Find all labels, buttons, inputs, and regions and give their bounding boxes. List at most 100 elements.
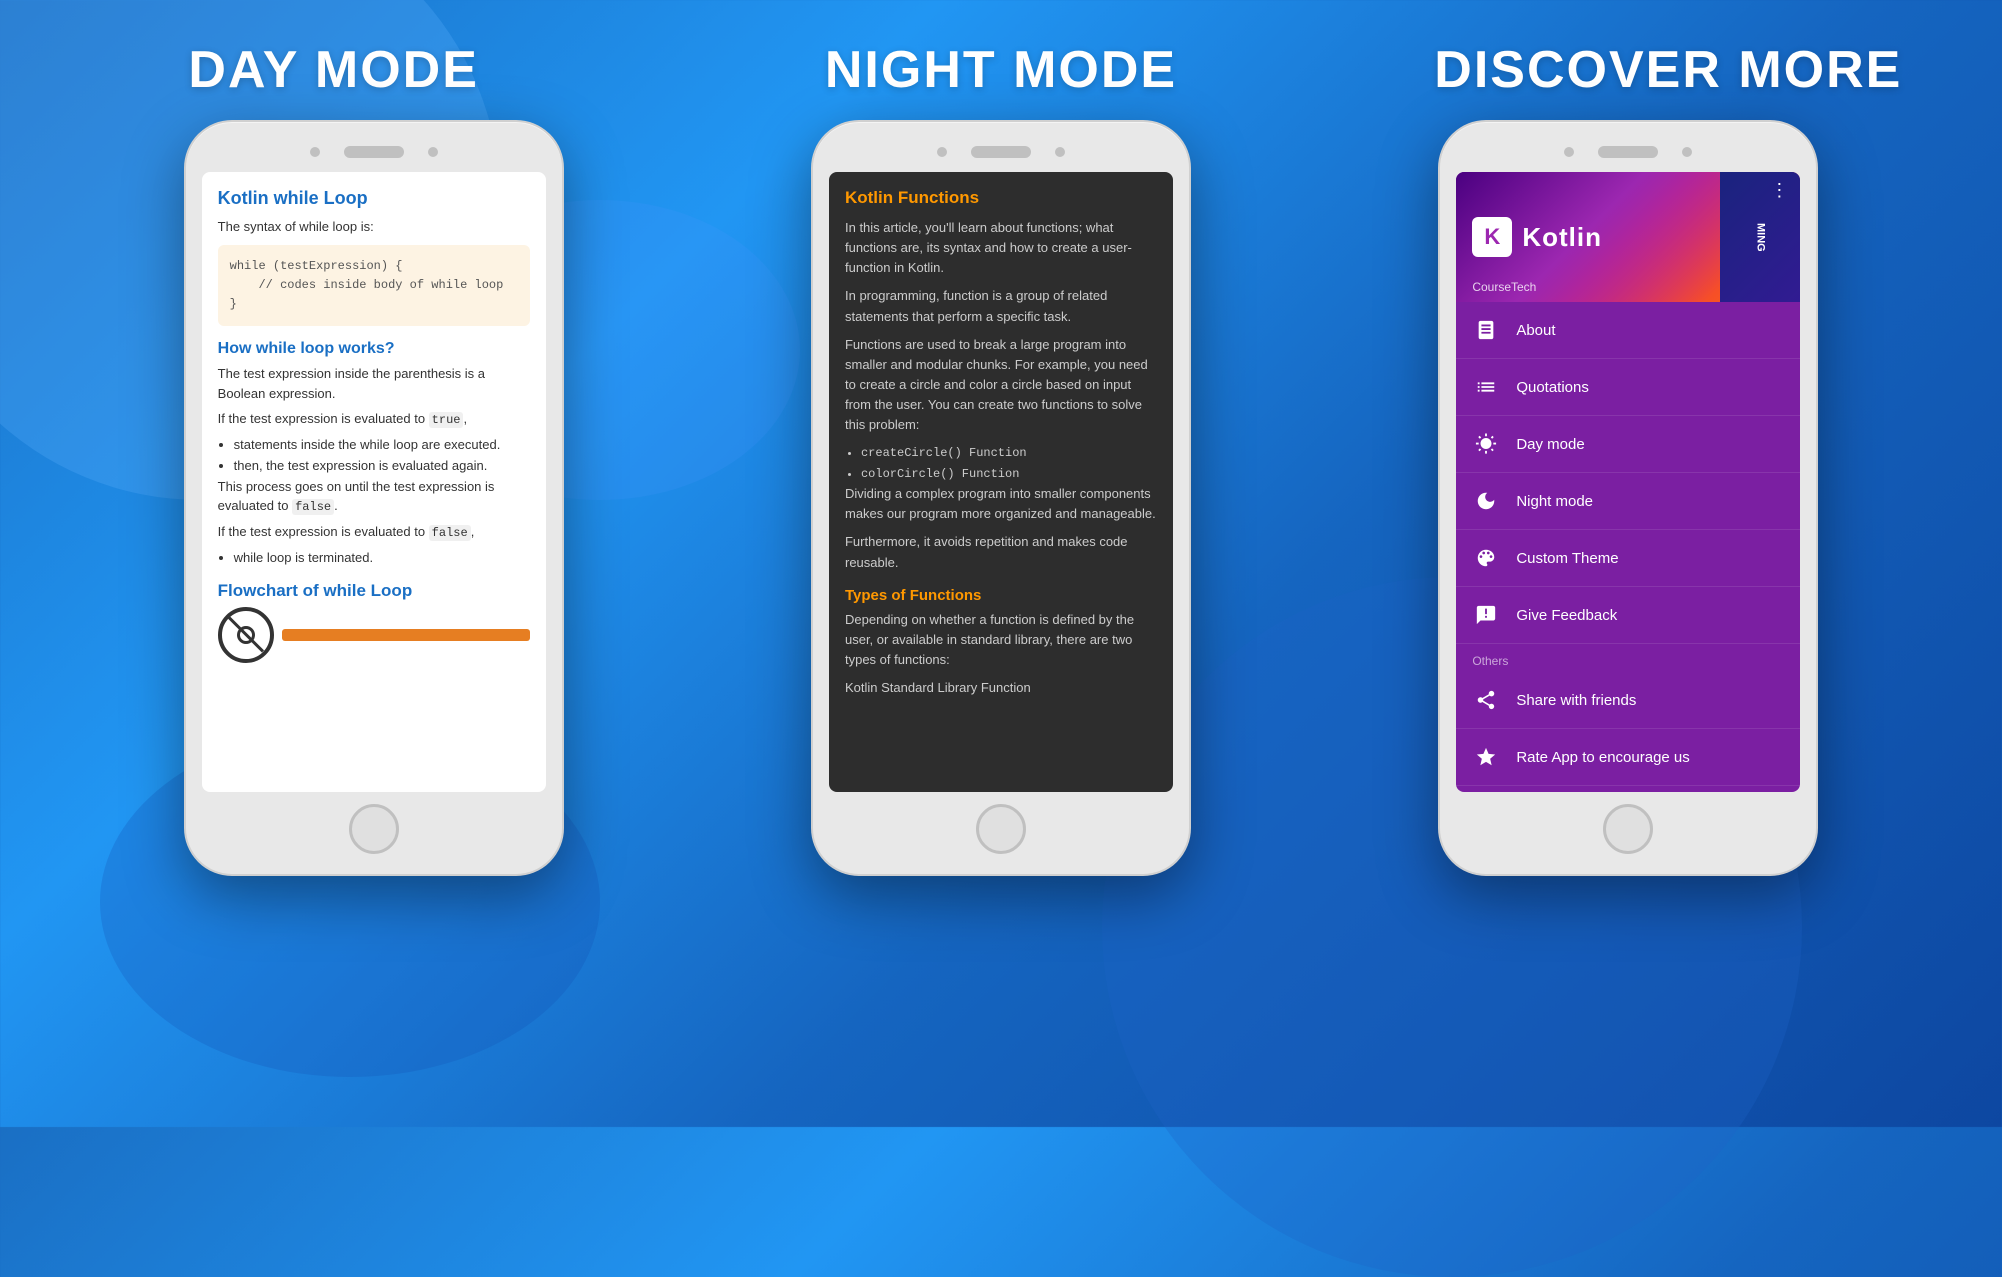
phone-top-discover [1456, 142, 1800, 162]
menu-item-custom-theme[interactable]: Custom Theme [1456, 530, 1800, 587]
flowchart-bottom [218, 607, 530, 663]
home-button-discover[interactable] [1603, 804, 1653, 854]
menu-list: About Quotations [1456, 302, 1800, 792]
day-code-block: while (testExpression) { // codes inside… [218, 245, 530, 327]
menu-item-feedback[interactable]: Give Feedback [1456, 587, 1800, 644]
app-header: K Kotlin ⋮ CourseTech MING [1456, 172, 1800, 302]
day-heading1: Kotlin while Loop [218, 188, 530, 209]
sun-svg [1475, 433, 1497, 455]
day-para2: The test expression inside the parenthes… [218, 364, 530, 403]
phone-bottom-day [202, 804, 546, 854]
about-label: About [1516, 322, 1555, 339]
day-bullets2: while loop is terminated. [234, 548, 530, 569]
rate-label: Rate App to encourage us [1516, 749, 1689, 766]
night-mode-title: NIGHT MODE [667, 40, 1334, 100]
give-feedback-label: Give Feedback [1516, 607, 1617, 624]
night-para1: In this article, you'll learn about func… [845, 218, 1157, 278]
quotations-label: Quotations [1516, 379, 1589, 396]
custom-theme-label: Custom Theme [1516, 550, 1618, 567]
palette-icon [1472, 544, 1500, 572]
phone-bottom-night [829, 804, 1173, 854]
phone-speaker-night [971, 146, 1031, 158]
night-para6: Depending on whether a function is defin… [845, 610, 1157, 670]
day-heading3: Flowchart of while Loop [218, 581, 530, 601]
menu-item-day-mode[interactable]: Day mode [1456, 416, 1800, 473]
night-heading2: Types of Functions [845, 587, 1157, 604]
day-para4: This process goes on until the test expr… [218, 477, 530, 517]
phone-dot-left-discover [1564, 147, 1574, 157]
others-section-label: Others [1456, 644, 1800, 672]
list-svg [1475, 376, 1497, 398]
kotlin-k-logo: K [1472, 217, 1512, 257]
star-svg [1475, 746, 1497, 768]
night-bullet-2: colorCircle() Function [861, 464, 1157, 484]
menu-item-night-mode[interactable]: Night mode [1456, 473, 1800, 530]
page-wrapper: DAY MODE NIGHT MODE DISCOVER MORE Kotlin… [0, 0, 2002, 1127]
moon-icon [1472, 487, 1500, 515]
header-side-text: MING [1754, 223, 1766, 252]
day-para3: If the test expression is evaluated to t… [218, 409, 530, 429]
menu-item-quotations[interactable]: Quotations [1456, 359, 1800, 416]
night-para4: Dividing a complex program into smaller … [845, 484, 1157, 524]
moon-svg [1475, 490, 1497, 512]
feedback-svg [1475, 604, 1497, 626]
phone-top-night [829, 142, 1173, 162]
night-screen-container: Kotlin Functions In this article, you'll… [829, 172, 1173, 792]
phone-speaker [344, 146, 404, 158]
phone-bottom-discover [1456, 804, 1800, 854]
night-bullet-1: createCircle() Function [861, 443, 1157, 463]
eye-icon [218, 607, 274, 663]
night-screen: Kotlin Functions In this article, you'll… [829, 172, 1173, 792]
orange-bar [282, 629, 530, 641]
home-button-night[interactable] [976, 804, 1026, 854]
day-heading2: How while loop works? [218, 340, 530, 358]
phone-dot-right-discover [1682, 147, 1692, 157]
header-right-strip: MING [1720, 172, 1800, 302]
night-para5: Furthermore, it avoids repetition and ma… [845, 532, 1157, 572]
palette-svg [1475, 547, 1497, 569]
phones-row: Kotlin while Loop The syntax of while lo… [0, 120, 2002, 1127]
night-mode-label: Night mode [1516, 493, 1593, 510]
discover-screen-container: K Kotlin ⋮ CourseTech MING [1456, 172, 1800, 792]
feedback-icon [1472, 601, 1500, 629]
phone-top-day [202, 142, 546, 162]
day-mode-label: Day mode [1516, 436, 1584, 453]
phone-dot-left-night [937, 147, 947, 157]
menu-item-share[interactable]: Share with friends [1456, 672, 1800, 729]
night-bullets: createCircle() Function colorCircle() Fu… [861, 443, 1157, 484]
day-para5: If the test expression is evaluated to f… [218, 522, 530, 542]
header-menu-dots[interactable]: ⋮ [1770, 180, 1788, 201]
book-svg [1475, 319, 1497, 341]
night-heading1: Kotlin Functions [845, 188, 1157, 208]
night-para2: In programming, function is a group of r… [845, 286, 1157, 326]
kotlin-logo-area: K Kotlin [1472, 217, 1602, 257]
book-icon [1472, 316, 1500, 344]
share-icon [1472, 686, 1500, 714]
phone-dot-left [310, 147, 320, 157]
day-bullet-3: while loop is terminated. [234, 548, 530, 569]
channel-name: CourseTech [1472, 280, 1536, 294]
night-mode-phone: Kotlin Functions In this article, you'll… [811, 120, 1191, 876]
discover-screen: K Kotlin ⋮ CourseTech MING [1456, 172, 1800, 792]
day-para1: The syntax of while loop is: [218, 217, 530, 237]
phone-speaker-discover [1598, 146, 1658, 158]
star-icon [1472, 743, 1500, 771]
eye-dot [237, 626, 255, 644]
phone-dot-right [428, 147, 438, 157]
day-screen: Kotlin while Loop The syntax of while lo… [202, 172, 546, 792]
kotlin-app-name: Kotlin [1522, 222, 1602, 253]
menu-item-about[interactable]: About [1456, 302, 1800, 359]
section-headers: DAY MODE NIGHT MODE DISCOVER MORE [0, 0, 2002, 120]
menu-item-more-apps[interactable]: More Apps [1456, 786, 1800, 792]
day-mode-title: DAY MODE [0, 40, 667, 100]
sun-icon [1472, 430, 1500, 458]
day-bullet-2: then, the test expression is evaluated a… [234, 456, 530, 477]
night-para7: Kotlin Standard Library Function [845, 678, 1157, 698]
share-svg [1475, 689, 1497, 711]
day-bullets1: statements inside the while loop are exe… [234, 435, 530, 477]
menu-item-rate[interactable]: Rate App to encourage us [1456, 729, 1800, 786]
phone-dot-right-night [1055, 147, 1065, 157]
day-screen-container: Kotlin while Loop The syntax of while lo… [202, 172, 546, 792]
share-label: Share with friends [1516, 692, 1636, 709]
home-button-day[interactable] [349, 804, 399, 854]
